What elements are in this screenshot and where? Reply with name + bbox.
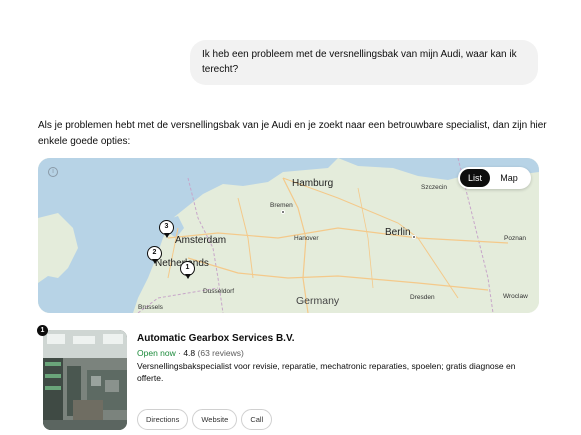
map-label-bremen: Bremen bbox=[270, 202, 293, 209]
rating-value: 4.8 bbox=[183, 348, 196, 358]
toggle-list-button[interactable]: List bbox=[460, 169, 490, 187]
workshop-photo-image bbox=[43, 330, 127, 430]
website-button[interactable]: Website bbox=[192, 409, 238, 430]
map-label-germany: Germany bbox=[296, 295, 340, 307]
map-pin-1[interactable]: 1 bbox=[180, 261, 195, 279]
map-label-berlin: Berlin bbox=[385, 227, 411, 238]
map-label-hamburg: Hamburg bbox=[292, 178, 334, 189]
map-city-dot-berlin bbox=[412, 235, 416, 239]
map-label-szczecin: Szczecin bbox=[421, 184, 448, 191]
list-map-toggle[interactable]: List Map bbox=[458, 167, 531, 189]
map-label-wroclaw: Wroclaw bbox=[503, 293, 528, 300]
map-label-poznan: Poznan bbox=[504, 235, 527, 242]
result-actions: Directions Website Call bbox=[137, 409, 273, 430]
open-status: Open now bbox=[137, 348, 176, 358]
user-message-bubble: Ik heb een probleem met de versnellingsb… bbox=[190, 40, 538, 85]
toggle-map-button[interactable]: Map bbox=[490, 169, 528, 187]
map-city-dot-bremen bbox=[281, 210, 285, 214]
call-button[interactable]: Call bbox=[241, 409, 273, 430]
map-view[interactable]: i List Map Hamburg Szczecin Bremen Amste… bbox=[38, 158, 539, 313]
map-label-hanover: Hanover bbox=[294, 235, 319, 242]
result-photo[interactable] bbox=[43, 330, 127, 430]
map-label-brussels: Brussels bbox=[138, 304, 163, 311]
result-description: Versnellingsbakspecialist voor revisie, … bbox=[137, 361, 516, 383]
map-label-dusseldorf: Dusseldorf bbox=[203, 288, 235, 295]
review-count: (63 reviews) bbox=[197, 348, 244, 358]
user-message-text: Ik heb een probleem met de versnellingsb… bbox=[202, 49, 517, 75]
result-meta: Open now · 4.8 (63 reviews) bbox=[137, 348, 244, 358]
assistant-intro-text: Als je problemen hebt met de versnelling… bbox=[38, 120, 547, 147]
map-pin-3[interactable]: 3 bbox=[159, 220, 174, 238]
map-info-icon[interactable]: i bbox=[48, 167, 58, 177]
map-label-dresden: Dresden bbox=[410, 294, 435, 301]
result-number-badge: 1 bbox=[37, 325, 48, 336]
map-label-amsterdam: Amsterdam bbox=[175, 235, 227, 246]
result-title[interactable]: Automatic Gearbox Services B.V. bbox=[137, 333, 294, 344]
directions-button[interactable]: Directions bbox=[137, 409, 189, 430]
map-pin-2[interactable]: 2 bbox=[147, 246, 162, 264]
